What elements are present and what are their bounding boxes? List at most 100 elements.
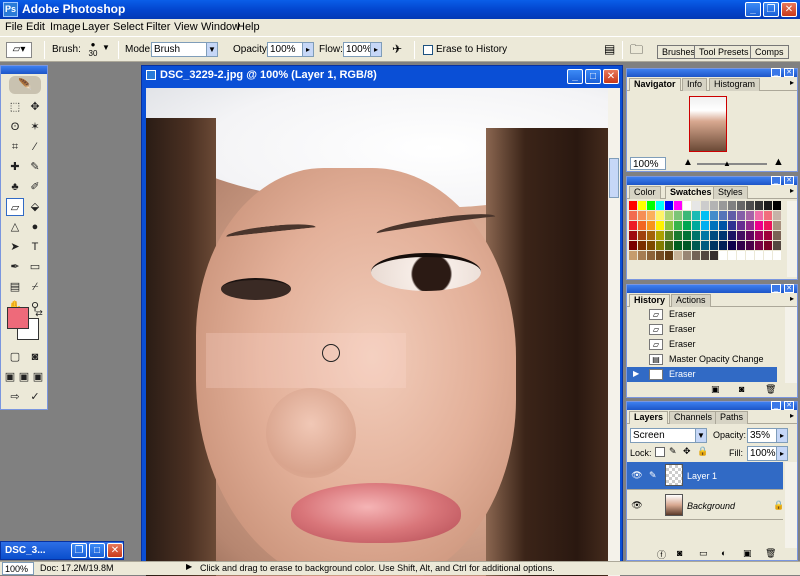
color-swatch[interactable] <box>755 231 763 240</box>
color-swatch[interactable] <box>638 211 646 220</box>
image-canvas[interactable] <box>146 88 608 576</box>
color-swatch[interactable] <box>737 251 745 260</box>
magic-wand-icon[interactable]: ✶ <box>26 118 44 136</box>
doc-close-button[interactable]: ✕ <box>603 69 619 84</box>
color-swatch[interactable] <box>647 251 655 260</box>
menu-filter[interactable]: Filter <box>146 21 170 33</box>
color-swatch[interactable] <box>692 221 700 230</box>
color-swatch[interactable] <box>656 221 664 230</box>
color-swatch[interactable] <box>701 211 709 220</box>
eyedropper-icon[interactable]: ⌿ <box>26 278 44 296</box>
shape-tool-icon[interactable]: ▭ <box>26 258 44 276</box>
color-swatch[interactable] <box>647 201 655 210</box>
panel-close-button[interactable]: ✕ <box>784 284 794 293</box>
color-swatch[interactable] <box>737 201 745 210</box>
menu-file[interactable]: File <box>5 21 23 33</box>
color-swatch[interactable] <box>665 221 673 230</box>
color-swatch[interactable] <box>746 241 754 250</box>
eraser-tool-preset-icon[interactable]: ▱▾ <box>6 42 32 58</box>
tab-paths[interactable]: Paths <box>715 411 749 424</box>
color-swatch[interactable] <box>647 241 655 250</box>
document-vertical-scrollbar[interactable] <box>608 88 620 576</box>
panel-menu-icon[interactable]: ▸ <box>790 78 794 87</box>
color-swatch[interactable] <box>710 251 718 260</box>
path-select-icon[interactable]: ➤ <box>6 238 24 256</box>
color-swatch[interactable] <box>638 251 646 260</box>
panel-close-button[interactable]: ✕ <box>784 176 794 185</box>
zoom-in-icon[interactable]: ▲ <box>773 156 784 168</box>
mode-select[interactable]: Brush <box>151 42 207 57</box>
screen-mode-standard-icon[interactable]: ▣ <box>3 368 17 386</box>
color-swatch[interactable] <box>719 211 727 220</box>
color-swatch[interactable] <box>773 211 781 220</box>
color-swatch[interactable] <box>728 231 736 240</box>
layer-row-background[interactable]: 👁 Background 🔒 <box>627 492 784 520</box>
color-swatch[interactable] <box>665 251 673 260</box>
layer-row-layer-1[interactable]: 👁 ✎ Layer 1 <box>627 462 783 490</box>
color-swatch[interactable] <box>719 221 727 230</box>
quick-mask-icon[interactable]: ◙ <box>26 348 44 366</box>
color-swatch[interactable] <box>692 241 700 250</box>
mode-dropdown-icon[interactable]: ▼ <box>206 42 218 57</box>
color-swatch[interactable] <box>728 221 736 230</box>
brush-dropdown-icon[interactable]: ▼ <box>102 43 110 52</box>
blend-mode-dropdown-icon[interactable]: ▼ <box>695 428 707 443</box>
color-swatch[interactable] <box>737 211 745 220</box>
history-item[interactable]: ▱ Eraser <box>627 337 777 352</box>
fill-slider-icon[interactable]: ▸ <box>776 446 788 461</box>
new-doc-from-state-icon[interactable]: ▣ <box>711 384 720 395</box>
erase-to-history-checkbox[interactable] <box>423 45 433 55</box>
panel-minimize-button[interactable]: _ <box>771 401 781 410</box>
color-swatch[interactable] <box>764 211 772 220</box>
lock-transparency-icon[interactable] <box>655 447 665 457</box>
standard-mode-icon[interactable]: ▢ <box>6 348 24 366</box>
color-swatch[interactable] <box>683 251 691 260</box>
zoom-slider[interactable] <box>697 163 767 165</box>
mini-maximize-button[interactable]: □ <box>89 543 105 558</box>
slice-tool-icon[interactable]: ⁄ <box>26 138 44 156</box>
close-button[interactable]: ✕ <box>781 2 797 17</box>
color-swatch[interactable] <box>710 241 718 250</box>
color-swatch[interactable] <box>773 231 781 240</box>
color-swatch[interactable] <box>683 231 691 240</box>
tab-styles[interactable]: Styles <box>713 186 748 199</box>
jump-to-imageready-icon[interactable]: ⇨ <box>6 388 24 406</box>
mini-restore-button[interactable]: ❐ <box>71 543 87 558</box>
new-group-icon[interactable]: ▭ <box>699 548 708 559</box>
tab-histogram[interactable]: Histogram <box>709 78 761 91</box>
swatches-scrollbar[interactable] <box>787 201 797 277</box>
color-swatch[interactable] <box>665 241 673 250</box>
opacity-slider-icon[interactable]: ▸ <box>302 42 314 57</box>
visibility-eye-icon[interactable]: 👁 <box>631 500 643 510</box>
color-swatch[interactable] <box>692 231 700 240</box>
color-swatch[interactable] <box>629 211 637 220</box>
blur-tool-icon[interactable]: △ <box>6 218 24 236</box>
color-swatch[interactable] <box>656 201 664 210</box>
panel-close-button[interactable]: ✕ <box>784 68 794 77</box>
doc-maximize-button[interactable]: □ <box>585 69 601 84</box>
color-swatch[interactable] <box>638 231 646 240</box>
color-swatch[interactable] <box>755 211 763 220</box>
color-swatch[interactable] <box>701 241 709 250</box>
color-swatch[interactable] <box>665 201 673 210</box>
history-item[interactable]: ▱ Eraser <box>627 322 777 337</box>
type-tool-icon[interactable]: T <box>26 238 44 256</box>
imageready-icon[interactable]: ✓ <box>26 388 44 406</box>
color-swatch[interactable] <box>710 221 718 230</box>
layer-mask-icon[interactable]: ◙ <box>677 548 682 558</box>
swatch-grid[interactable] <box>629 201 787 277</box>
color-swatch[interactable] <box>737 231 745 240</box>
flow-field[interactable]: 100% <box>343 42 372 57</box>
color-swatch[interactable] <box>674 251 682 260</box>
pen-tool-icon[interactable]: ✒ <box>6 258 24 276</box>
panel-minimize-button[interactable]: _ <box>771 68 781 77</box>
minimize-button[interactable]: _ <box>745 2 761 17</box>
swap-colors-icon[interactable]: ⇄ <box>30 304 48 322</box>
panel-close-button[interactable]: ✕ <box>784 401 794 410</box>
layers-scrollbar[interactable] <box>785 462 797 548</box>
color-swatch[interactable] <box>764 251 772 260</box>
color-swatch[interactable] <box>710 231 718 240</box>
color-swatch[interactable] <box>773 221 781 230</box>
color-swatch[interactable] <box>665 211 673 220</box>
panel-menu-icon[interactable]: ▸ <box>790 186 794 195</box>
